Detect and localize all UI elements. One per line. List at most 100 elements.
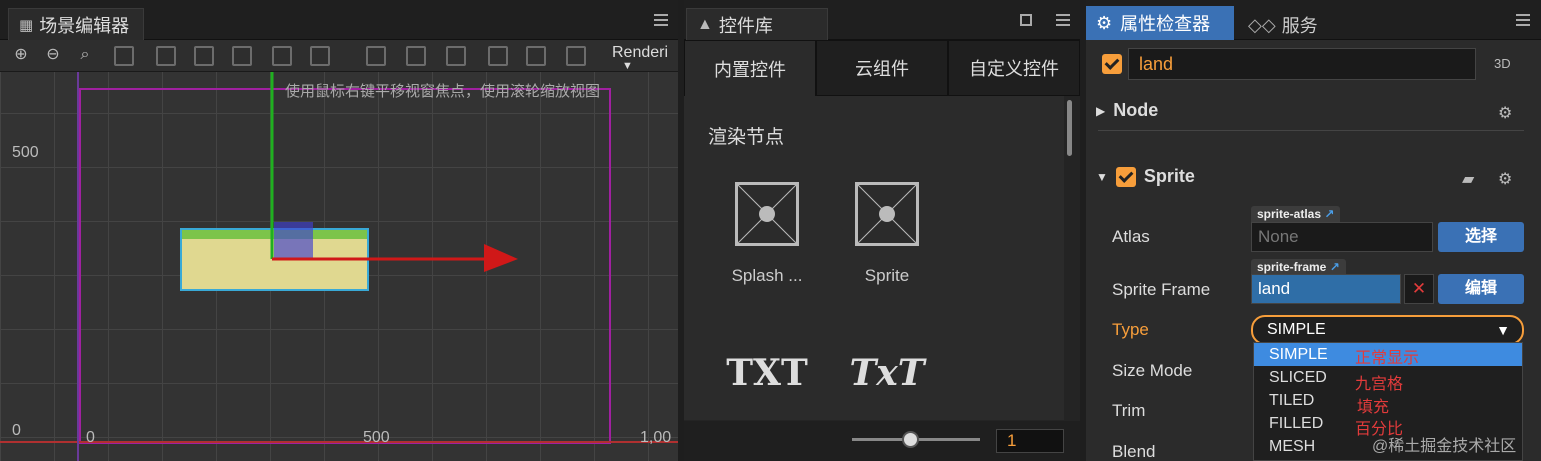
scene-icon: ▦ — [19, 16, 34, 34]
tab-widget-library-label: 控件库 — [718, 15, 773, 36]
popout-icon[interactable] — [1020, 14, 1032, 26]
annotation-sliced: 九宫格 — [1355, 376, 1404, 393]
option-tiled-label: TILED — [1269, 392, 1315, 409]
icon-size-slider[interactable] — [852, 431, 980, 448]
align-right-icon[interactable] — [194, 46, 214, 66]
option-sliced-label: SLICED — [1269, 369, 1327, 386]
tab-scene-editor[interactable]: ▦ 场景编辑器 — [8, 8, 144, 40]
align-hcenter-icon[interactable] — [156, 46, 176, 66]
richtext-icon: TxT — [849, 352, 925, 394]
gizmo-x-arrow — [484, 244, 518, 272]
annotation-tiled: 填充 — [1357, 399, 1390, 416]
distribute-hcenter-icon[interactable] — [526, 46, 546, 66]
align-left-icon[interactable] — [114, 46, 134, 66]
icon-size-input[interactable]: 1 — [996, 429, 1064, 453]
atlas-label: Atlas — [1112, 227, 1150, 246]
slider-knob[interactable] — [902, 431, 919, 448]
scene-viewport[interactable]: 使用鼠标右键平移视窗焦点，使用滚轮缩放视图 500 0 0 500 1,00 — [0, 72, 678, 461]
inspector-panel: ⚙ 属性检查器 ◇◇ 服务 land 3D ▶ Node ⚙ ▼ Sprite … — [1086, 0, 1541, 461]
node-name-input[interactable]: land — [1128, 48, 1476, 80]
scene-editor-panel: ▦ 场景编辑器 ⊕ ⊖ ⌕ Renderi ▼ 使用鼠标右键平移视窗焦点，使用滚… — [0, 0, 678, 461]
section-divider — [1098, 130, 1524, 131]
external-link-icon[interactable]: ↗ — [1330, 260, 1340, 274]
inspector-menu-icon[interactable] — [1516, 14, 1530, 26]
widget-sprite[interactable]: Sprite — [832, 182, 942, 286]
tab-builtin[interactable]: 内置控件 — [684, 40, 816, 96]
tab-scene-editor-label: 场景编辑器 — [39, 15, 130, 36]
node-settings-gear-icon[interactable]: ⚙ — [1498, 103, 1512, 123]
library-tabbar: ▲ 控件库 — [684, 0, 1080, 40]
caret-right-icon: ▶ — [1096, 103, 1106, 118]
library-subtabs: 内置控件 云组件 自定义控件 — [684, 40, 1080, 96]
render-mode-dropdown[interactable]: Renderi ▼ — [612, 44, 678, 74]
node-active-checkbox[interactable] — [1102, 54, 1122, 74]
option-mesh-label: MESH — [1269, 438, 1316, 455]
warning-triangle-icon: ▲ — [697, 15, 713, 33]
gear-icon: ⚙ — [1096, 12, 1113, 33]
zoom-out-icon[interactable]: ⊖ — [42, 44, 64, 66]
widget-splash[interactable]: Splash ... — [712, 182, 822, 286]
node-section-header[interactable]: ▶ Node — [1096, 100, 1158, 121]
sprite-settings-gear-icon[interactable]: ⚙ — [1498, 169, 1512, 189]
external-link-icon[interactable]: ↗ — [1324, 207, 1334, 221]
clear-frame-icon[interactable]: ✕ — [1404, 274, 1434, 304]
widget-library-panel: ▲ 控件库 内置控件 云组件 自定义控件 渲染节点 Splash ... Spr… — [684, 0, 1080, 461]
chevron-down-icon: ▼ — [1496, 322, 1510, 338]
sprite-atlas-tag: sprite-atlas ↗ — [1251, 206, 1341, 222]
node-section-label: Node — [1113, 100, 1159, 120]
size-mode-label: Size Mode — [1112, 361, 1193, 380]
distribute-vcenter-icon[interactable] — [406, 46, 426, 66]
type-select[interactable]: SIMPLE ▼ — [1251, 315, 1524, 345]
distribute-left-icon[interactable] — [488, 46, 508, 66]
sprite-frame-tag: sprite-frame ↗ — [1251, 259, 1346, 275]
atlas-field[interactable]: None — [1251, 222, 1433, 252]
align-bottom-icon[interactable] — [310, 46, 330, 66]
widget-label[interactable]: TXT — [712, 352, 822, 394]
sprite-section-header[interactable]: ▼ Sprite — [1096, 166, 1195, 187]
scene-canvas — [0, 72, 678, 461]
viewport-hint: 使用鼠标右键平移视窗焦点，使用滚轮缩放视图 — [285, 82, 601, 100]
scene-toolbar: ⊕ ⊖ ⌕ — [0, 40, 678, 72]
align-vcenter-icon[interactable] — [272, 46, 292, 66]
zoom-in-icon[interactable]: ⊕ — [10, 44, 32, 66]
library-footer: 1 — [684, 421, 1080, 461]
scrollbar-thumb[interactable] — [1067, 100, 1072, 156]
watermark: @稀土掘金技术社区 — [1372, 438, 1517, 455]
tab-custom[interactable]: 自定义控件 — [948, 40, 1080, 96]
distribute-top-icon[interactable] — [366, 46, 386, 66]
mode-3d-toggle[interactable]: 3D — [1494, 56, 1511, 71]
tab-inspector[interactable]: ⚙ 属性检查器 — [1086, 6, 1234, 40]
sprite-frame-field[interactable]: land — [1251, 274, 1401, 304]
zoom-reset-icon[interactable]: ⌕ — [74, 44, 96, 66]
library-body: 渲染节点 Splash ... Sprite TXT TxT — [684, 96, 1064, 420]
sprite-enabled-checkbox[interactable] — [1115, 166, 1136, 187]
widget-sprite-label: Sprite — [864, 266, 910, 285]
widget-richtext[interactable]: TxT — [832, 352, 942, 394]
tab-cloud[interactable]: 云组件 — [816, 40, 948, 96]
tab-widget-library[interactable]: ▲ 控件库 — [686, 8, 828, 40]
sprite-section-label: Sprite — [1143, 166, 1195, 186]
library-scrollbar[interactable] — [1066, 96, 1074, 420]
axis-label-y0: 0 — [12, 422, 21, 439]
type-label: Type — [1112, 320, 1149, 339]
align-top-icon[interactable] — [232, 46, 252, 66]
axis-label-x0: 0 — [86, 429, 95, 446]
caret-down-icon: ▼ — [1096, 169, 1108, 184]
axis-label-y500: 500 — [12, 144, 39, 161]
type-select-value: SIMPLE — [1267, 321, 1326, 338]
sprite-frame-tag-text: sprite-frame — [1257, 260, 1327, 274]
help-book-icon[interactable]: ▰ — [1462, 169, 1474, 189]
chevron-down-icon: ▼ — [622, 60, 633, 72]
scene-menu-icon[interactable] — [654, 14, 668, 26]
frame-edit-button[interactable]: 编辑 — [1438, 274, 1524, 304]
scene-tabbar: ▦ 场景编辑器 — [0, 0, 678, 40]
label-icon: TXT — [726, 352, 808, 394]
atlas-select-button[interactable]: 选择 — [1438, 222, 1524, 252]
distribute-bottom-icon[interactable] — [446, 46, 466, 66]
axis-label-x500: 500 — [363, 429, 390, 446]
tab-services[interactable]: ◇◇ 服务 — [1248, 12, 1318, 38]
services-icon: ◇◇ — [1248, 14, 1276, 35]
distribute-right-icon[interactable] — [566, 46, 586, 66]
library-menu-icon[interactable] — [1056, 14, 1070, 26]
image-placeholder-icon — [855, 182, 919, 246]
